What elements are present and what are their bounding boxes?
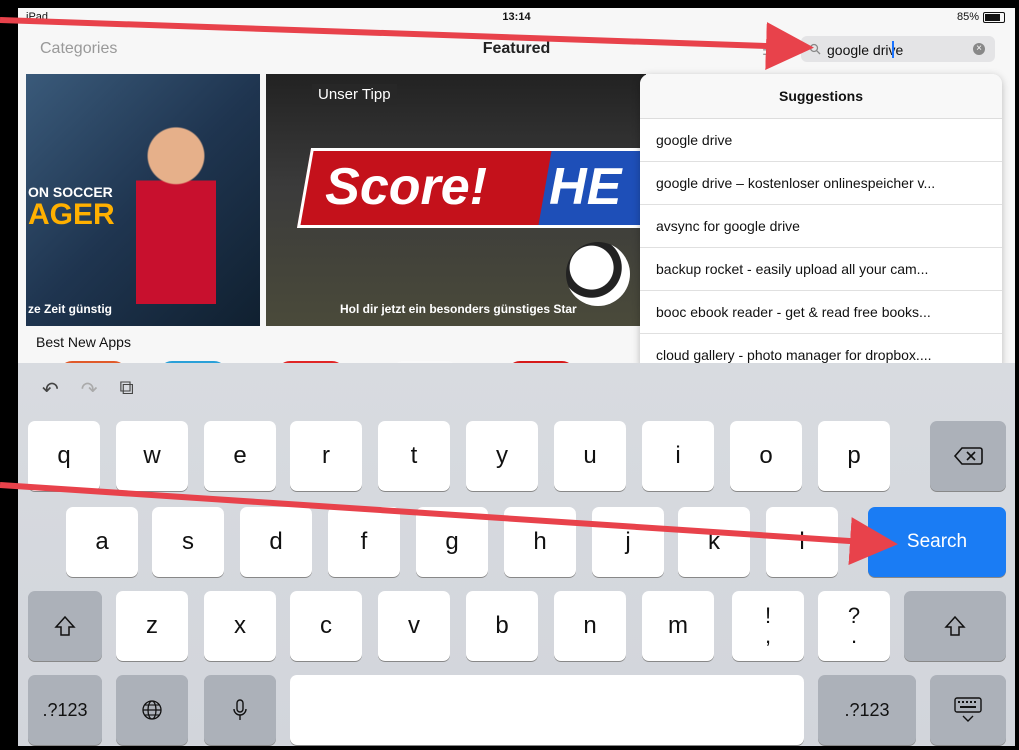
arrow-to-search-field	[0, 17, 814, 70]
arrow-to-search-key	[0, 482, 898, 565]
annotation-arrows	[0, 17, 898, 565]
